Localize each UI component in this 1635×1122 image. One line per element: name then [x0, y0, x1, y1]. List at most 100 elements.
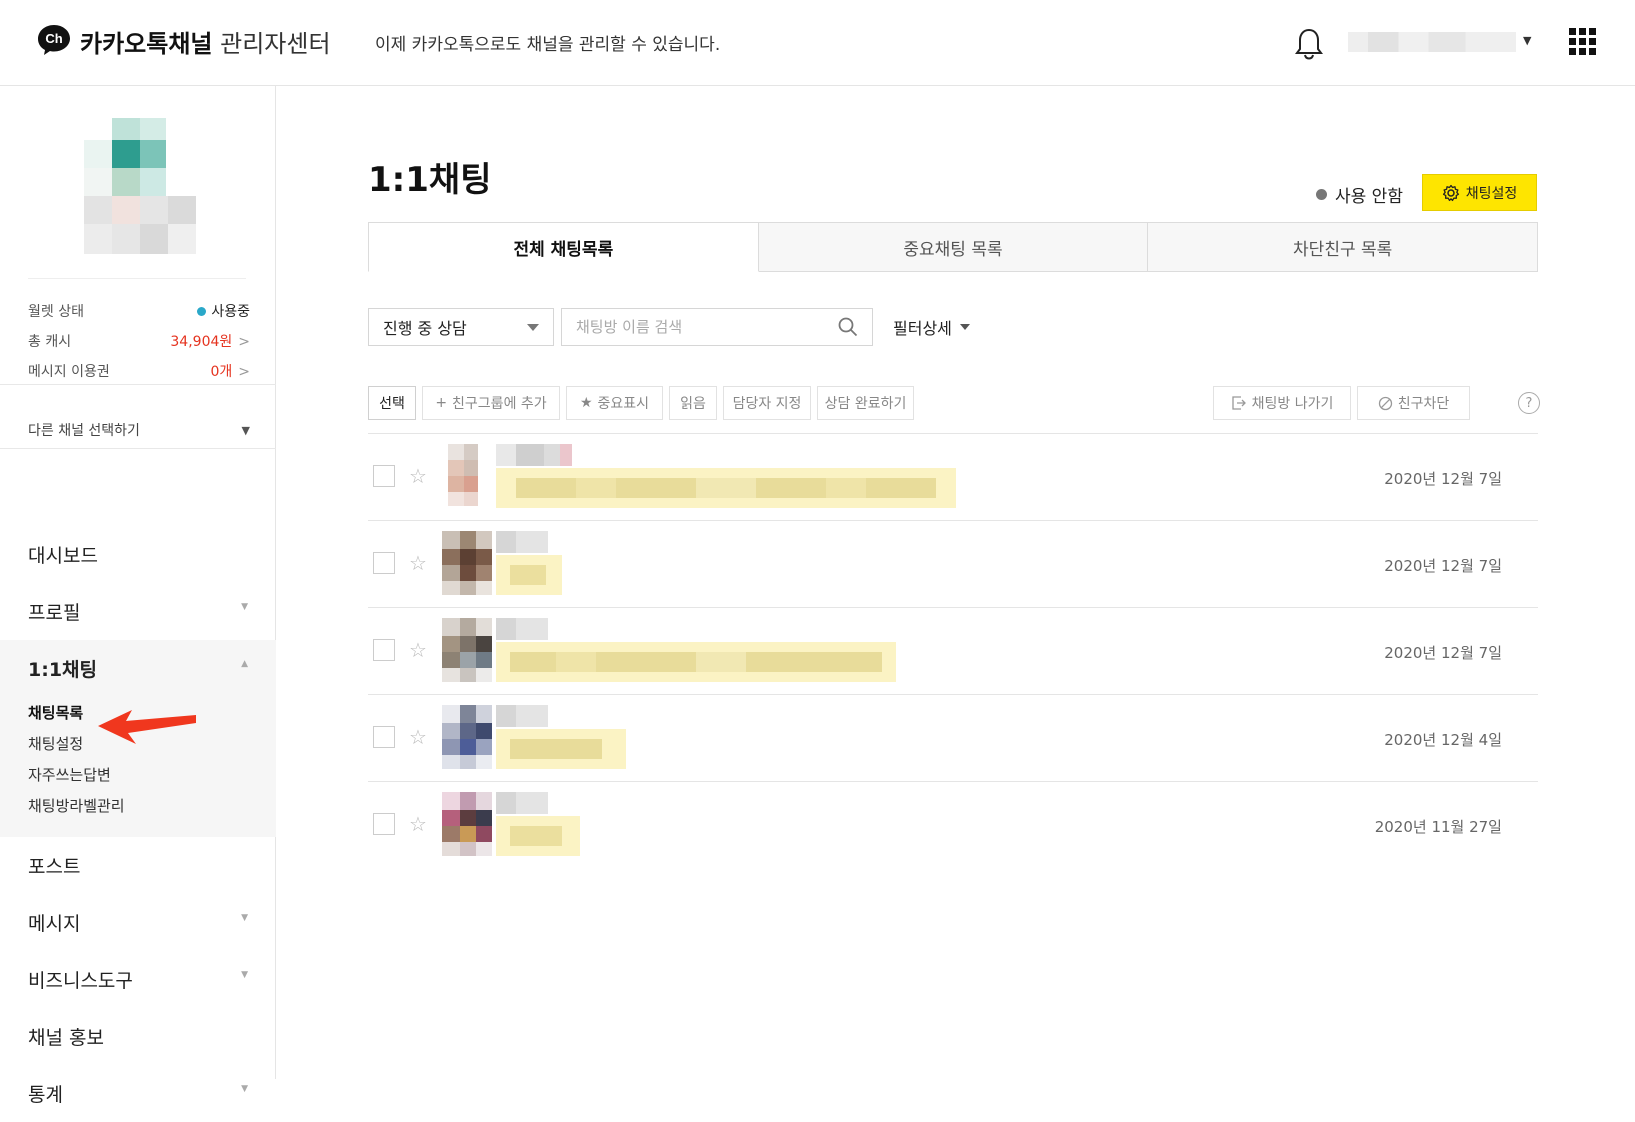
chevron-down-icon: ▼ — [241, 970, 248, 980]
chat-settings-button[interactable]: 채팅설정 — [1422, 174, 1537, 211]
row-checkbox[interactable] — [373, 552, 395, 574]
channel-selector[interactable]: 다른 채널 선택하기 ▼ — [28, 416, 250, 444]
chat-message-blurred — [496, 555, 562, 595]
wallet-status-text: 사용중 — [211, 304, 250, 320]
tab-all-chats[interactable]: 전체 채팅목록 — [368, 222, 759, 272]
chat-row[interactable]: ☆ 2020년 11월 27일 — [368, 781, 1538, 868]
mark-read-label: 읽음 — [680, 396, 706, 412]
chat-message-blurred — [496, 468, 956, 508]
profile-divider — [28, 278, 246, 279]
nav-label: 포스트 — [28, 856, 81, 878]
help-icon[interactable]: ? — [1518, 392, 1540, 414]
nav-label: 메시지 — [28, 913, 81, 935]
chevron-right-icon: > — [238, 364, 250, 380]
channel-selector-label: 다른 채널 선택하기 — [28, 423, 140, 439]
svg-text:Ch: Ch — [45, 31, 62, 46]
sidebar-subitem-chat-labels[interactable]: 채팅방라벨관리 — [0, 790, 276, 821]
kakao-channel-logo-icon[interactable]: Ch — [37, 24, 71, 56]
sidebar-item-channel-promo[interactable]: 채널 홍보 — [0, 1008, 276, 1065]
sidebar-item-profile[interactable]: 프로필 ▼ — [0, 583, 276, 640]
row-checkbox[interactable] — [373, 465, 395, 487]
row-checkbox[interactable] — [373, 813, 395, 835]
status-dot-icon — [197, 306, 207, 316]
sidebar-item-chat[interactable]: 1:1채팅 ▲ — [0, 640, 276, 697]
sidebar-item-stats[interactable]: 통계 ▼ — [0, 1065, 276, 1122]
chevron-down-icon: ▼ — [241, 423, 250, 437]
chat-name-blurred — [496, 444, 572, 466]
sidebar-item-dashboard[interactable]: 대시보드 — [0, 526, 276, 583]
mark-read-button[interactable]: 읽음 — [669, 386, 717, 420]
star-outline-icon[interactable]: ☆ — [409, 725, 427, 749]
filter-detail-toggle[interactable]: 필터상세 — [893, 315, 970, 339]
chat-search-input[interactable] — [576, 318, 816, 336]
chevron-right-icon: > — [238, 334, 250, 350]
row-checkbox[interactable] — [373, 639, 395, 661]
sidebar-item-message[interactable]: 메시지 ▼ — [0, 894, 276, 951]
chat-message-blurred — [496, 642, 896, 682]
chat-row[interactable]: ☆ 2020년 12월 7일 — [368, 607, 1538, 694]
nav-label: 대시보드 — [28, 545, 98, 567]
chat-row[interactable]: ☆ 2020년 12월 4일 — [368, 694, 1538, 781]
star-outline-icon[interactable]: ☆ — [409, 464, 427, 488]
message-voucher-value[interactable]: 0개 > — [210, 361, 250, 381]
brand-light: 관리자센터 — [220, 30, 331, 58]
chat-search-box — [561, 308, 873, 346]
brand-title[interactable]: 카카오톡채널 관리자센터 — [80, 24, 331, 59]
block-friend-button[interactable]: 친구차단 — [1357, 386, 1470, 420]
chat-settings-label: 채팅설정 — [1465, 185, 1518, 202]
select-button[interactable]: 선택 — [368, 386, 416, 420]
apps-grid-icon[interactable] — [1569, 28, 1596, 55]
plus-icon: + — [435, 395, 448, 411]
brand-bold: 카카오톡채널 — [80, 30, 213, 58]
chat-name-blurred — [496, 792, 548, 814]
wallet-status-row: 월렛 상태 사용중 — [28, 296, 250, 326]
chat-name-blurred — [496, 618, 548, 640]
mark-important-button[interactable]: ★ 중요표시 — [566, 386, 663, 420]
tab-important-chats[interactable]: 중요채팅 목록 — [758, 222, 1149, 272]
star-icon: ★ — [579, 395, 593, 411]
sidebar-item-business-tools[interactable]: 비즈니스도구 ▼ — [0, 951, 276, 1008]
notification-bell-icon[interactable] — [1294, 26, 1324, 60]
tab-blocked-friends[interactable]: 차단친구 목록 — [1148, 222, 1539, 272]
assign-manager-button[interactable]: 담당자 지정 — [723, 386, 811, 420]
account-name-blurred[interactable] — [1348, 32, 1516, 52]
complete-consult-button[interactable]: 상담 완료하기 — [817, 386, 914, 420]
chat-list: ☆ 2020년 12월 7일 ☆ 2020년 12월 7일 ☆ 2020년 12… — [368, 433, 1538, 868]
avatar — [442, 792, 492, 856]
star-outline-icon[interactable]: ☆ — [409, 812, 427, 836]
leave-chat-button[interactable]: 채팅방 나가기 — [1213, 386, 1351, 420]
star-outline-icon[interactable]: ☆ — [409, 551, 427, 575]
chat-name-blurred — [496, 705, 548, 727]
nav-label: 통계 — [28, 1084, 63, 1106]
row-checkbox[interactable] — [373, 726, 395, 748]
message-voucher-row[interactable]: 메시지 이용권 0개 > — [28, 356, 250, 386]
total-cash-value[interactable]: 34,904원 > — [170, 331, 250, 351]
sidebar-item-post[interactable]: 포스트 — [0, 837, 276, 894]
chevron-up-icon: ▲ — [241, 659, 248, 669]
add-to-group-button[interactable]: + 친구그룹에 추가 — [422, 386, 560, 420]
nav-label: 비즈니스도구 — [28, 970, 133, 992]
profile-image[interactable] — [84, 118, 198, 260]
chevron-down-icon — [527, 323, 539, 331]
page-title: 1:1채팅 — [368, 160, 492, 200]
search-icon[interactable] — [838, 317, 858, 337]
chat-tabs: 전체 채팅목록 중요채팅 목록 차단친구 목록 — [368, 222, 1539, 272]
total-cash-row[interactable]: 총 캐시 34,904원 > — [28, 326, 250, 356]
leave-chat-label: 채팅방 나가기 — [1251, 396, 1334, 412]
top-header: Ch 카카오톡채널 관리자센터 이제 카카오톡으로도 채널을 관리할 수 있습니… — [0, 0, 1635, 86]
divider — [0, 384, 276, 385]
star-outline-icon[interactable]: ☆ — [409, 638, 427, 662]
chat-date: 2020년 12월 4일 — [1384, 731, 1502, 749]
avatar — [442, 705, 492, 769]
chat-message-blurred — [496, 816, 580, 856]
chat-date: 2020년 12월 7일 — [1384, 470, 1502, 488]
select-button-label: 선택 — [379, 396, 405, 412]
account-dropdown-icon[interactable]: ▼ — [1523, 34, 1531, 47]
status-filter-select[interactable]: 진행 중 상담 — [368, 308, 554, 346]
sidebar-subitem-saved-replies[interactable]: 자주쓰는답변 — [0, 759, 276, 790]
chat-row[interactable]: ☆ 2020년 12월 7일 — [368, 433, 1538, 520]
chevron-down-icon: ▼ — [241, 1084, 248, 1094]
header-notice[interactable]: 이제 카카오톡으로도 채널을 관리할 수 있습니다. — [375, 30, 720, 55]
status-dot-icon — [1316, 189, 1327, 200]
chat-row[interactable]: ☆ 2020년 12월 7일 — [368, 520, 1538, 607]
